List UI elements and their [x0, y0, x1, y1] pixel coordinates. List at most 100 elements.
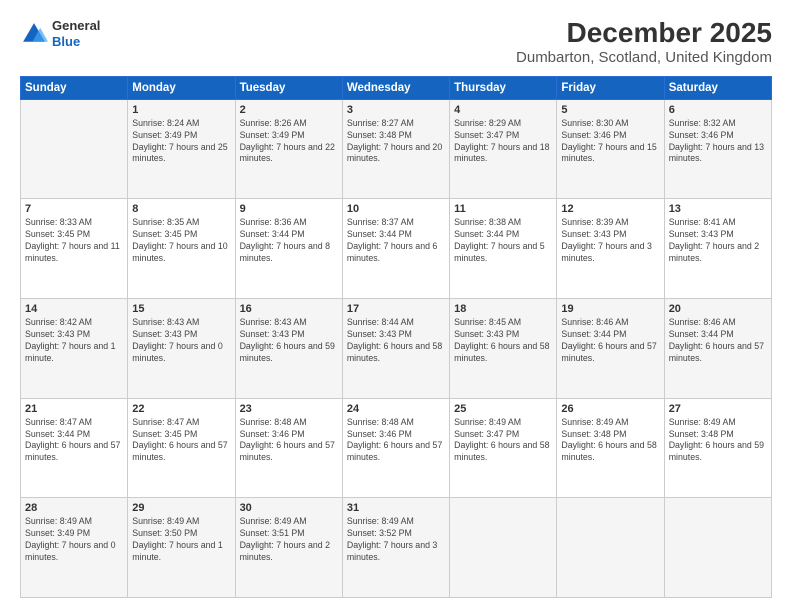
cell-info: Sunrise: 8:45 AM Sunset: 3:43 PM Dayligh…: [454, 317, 552, 365]
header-thursday: Thursday: [450, 76, 557, 99]
table-row: 27Sunrise: 8:49 AM Sunset: 3:48 PM Dayli…: [664, 398, 771, 498]
table-row: [557, 498, 664, 598]
cell-info: Sunrise: 8:49 AM Sunset: 3:51 PM Dayligh…: [240, 516, 338, 564]
cell-day-number: 19: [561, 303, 659, 315]
cell-day-number: 8: [132, 203, 230, 215]
cell-day-number: 1: [132, 104, 230, 116]
cell-day-number: 7: [25, 203, 123, 215]
cell-info: Sunrise: 8:49 AM Sunset: 3:48 PM Dayligh…: [561, 417, 659, 465]
cell-info: Sunrise: 8:49 AM Sunset: 3:47 PM Dayligh…: [454, 417, 552, 465]
table-row: 28 Sunrise: 8:49 AM Sunset: 3:49 PM Dayli…: [21, 498, 128, 598]
cell-day-number: 3: [347, 104, 445, 116]
logo: General Blue: [20, 18, 100, 49]
cell-info: Sunrise: 8:46 AM Sunset: 3:44 PM Dayligh…: [561, 317, 659, 365]
cell-day-number: 12: [561, 203, 659, 215]
cell-day-number: 11: [454, 203, 552, 215]
table-row: 17 Sunrise: 8:44 AM Sunset: 3:43 PM Dayli…: [342, 299, 449, 399]
cell-day-number: 2: [240, 104, 338, 116]
cell-day-number: 21: [25, 403, 123, 415]
table-row: 31 Sunrise: 8:49 AM Sunset: 3:52 PM Dayli…: [342, 498, 449, 598]
cell-day-number: 31: [347, 502, 445, 514]
table-row: 2 Sunrise: 8:26 AM Sunset: 3:49 PM Daylig…: [235, 99, 342, 199]
table-row: 11 Sunrise: 8:38 AM Sunset: 3:44 PM Dayli…: [450, 199, 557, 299]
calendar-row: 28 Sunrise: 8:49 AM Sunset: 3:49 PM Dayli…: [21, 498, 772, 598]
cell-info: Sunrise: 8:44 AM Sunset: 3:43 PM Dayligh…: [347, 317, 445, 365]
table-row: 4 Sunrise: 8:29 AM Sunset: 3:47 PM Daylig…: [450, 99, 557, 199]
cell-day-number: 25: [454, 403, 552, 415]
cell-day-number: 17: [347, 303, 445, 315]
cell-day-number: 23: [240, 403, 338, 415]
calendar-row: 1 Sunrise: 8:24 AM Sunset: 3:49 PM Daylig…: [21, 99, 772, 199]
table-row: 7 Sunrise: 8:33 AM Sunset: 3:45 PM Daylig…: [21, 199, 128, 299]
cell-info: Sunrise: 8:32 AM Sunset: 3:46 PM Dayligh…: [669, 118, 767, 166]
cell-info: Sunrise: 8:33 AM Sunset: 3:45 PM Dayligh…: [25, 217, 123, 265]
cell-info: Sunrise: 8:39 AM Sunset: 3:43 PM Dayligh…: [561, 217, 659, 265]
header-tuesday: Tuesday: [235, 76, 342, 99]
cell-info: Sunrise: 8:48 AM Sunset: 3:46 PM Dayligh…: [347, 417, 445, 465]
cell-day-number: 4: [454, 104, 552, 116]
cell-day-number: 29: [132, 502, 230, 514]
cell-info: Sunrise: 8:26 AM Sunset: 3:49 PM Dayligh…: [240, 118, 338, 166]
page: General Blue December 2025 Dumbarton, Sc…: [0, 0, 792, 612]
calendar-row: 21 Sunrise: 8:47 AM Sunset: 3:44 PM Dayli…: [21, 398, 772, 498]
header-wednesday: Wednesday: [342, 76, 449, 99]
table-row: 20 Sunrise: 8:46 AM Sunset: 3:44 PM Dayli…: [664, 299, 771, 399]
cell-day-number: 20: [669, 303, 767, 315]
table-row: 10 Sunrise: 8:37 AM Sunset: 3:44 PM Dayli…: [342, 199, 449, 299]
cell-info: Sunrise: 8:43 AM Sunset: 3:43 PM Dayligh…: [240, 317, 338, 365]
table-row: 22 Sunrise: 8:47 AM Sunset: 3:45 PM Dayli…: [128, 398, 235, 498]
header: General Blue December 2025 Dumbarton, Sc…: [20, 18, 772, 66]
cell-day-number: 22: [132, 403, 230, 415]
cell-day-number: 5: [561, 104, 659, 116]
cell-day-number: 26: [561, 403, 659, 415]
calendar-subtitle: Dumbarton, Scotland, United Kingdom: [516, 49, 772, 66]
header-monday: Monday: [128, 76, 235, 99]
cell-info: Sunrise: 8:48 AM Sunset: 3:46 PM Dayligh…: [240, 417, 338, 465]
table-row: [450, 498, 557, 598]
table-row: 1 Sunrise: 8:24 AM Sunset: 3:49 PM Daylig…: [128, 99, 235, 199]
cell-info: Sunrise: 8:30 AM Sunset: 3:46 PM Dayligh…: [561, 118, 659, 166]
cell-info: Sunrise: 8:46 AM Sunset: 3:44 PM Dayligh…: [669, 317, 767, 365]
cell-info: Sunrise: 8:24 AM Sunset: 3:49 PM Dayligh…: [132, 118, 230, 166]
cell-day-number: 18: [454, 303, 552, 315]
calendar-header-row: Sunday Monday Tuesday Wednesday Thursday…: [21, 76, 772, 99]
table-row: 29 Sunrise: 8:49 AM Sunset: 3:50 PM Dayli…: [128, 498, 235, 598]
calendar-table: Sunday Monday Tuesday Wednesday Thursday…: [20, 76, 772, 598]
cell-info: Sunrise: 8:27 AM Sunset: 3:48 PM Dayligh…: [347, 118, 445, 166]
cell-info: Sunrise: 8:47 AM Sunset: 3:44 PM Dayligh…: [25, 417, 123, 465]
cell-info: Sunrise: 8:41 AM Sunset: 3:43 PM Dayligh…: [669, 217, 767, 265]
calendar-row: 14 Sunrise: 8:42 AM Sunset: 3:43 PM Dayli…: [21, 299, 772, 399]
cell-info: Sunrise: 8:37 AM Sunset: 3:44 PM Dayligh…: [347, 217, 445, 265]
table-row: 8 Sunrise: 8:35 AM Sunset: 3:45 PM Daylig…: [128, 199, 235, 299]
cell-day-number: 9: [240, 203, 338, 215]
table-row: 30 Sunrise: 8:49 AM Sunset: 3:51 PM Dayli…: [235, 498, 342, 598]
table-row: 14 Sunrise: 8:42 AM Sunset: 3:43 PM Dayli…: [21, 299, 128, 399]
table-row: 24 Sunrise: 8:48 AM Sunset: 3:46 PM Dayli…: [342, 398, 449, 498]
cell-day-number: 30: [240, 502, 338, 514]
cell-day-number: 10: [347, 203, 445, 215]
cell-day-number: 16: [240, 303, 338, 315]
table-row: 18 Sunrise: 8:45 AM Sunset: 3:43 PM Dayli…: [450, 299, 557, 399]
cell-info: Sunrise: 8:49 AM Sunset: 3:52 PM Dayligh…: [347, 516, 445, 564]
cell-day-number: 24: [347, 403, 445, 415]
cell-info: Sunrise: 8:42 AM Sunset: 3:43 PM Dayligh…: [25, 317, 123, 365]
header-friday: Friday: [557, 76, 664, 99]
table-row: 6Sunrise: 8:32 AM Sunset: 3:46 PM Daylig…: [664, 99, 771, 199]
logo-text: General Blue: [52, 18, 100, 49]
cell-info: Sunrise: 8:29 AM Sunset: 3:47 PM Dayligh…: [454, 118, 552, 166]
table-row: 15Sunrise: 8:43 AM Sunset: 3:43 PM Dayli…: [128, 299, 235, 399]
header-saturday: Saturday: [664, 76, 771, 99]
cell-info: Sunrise: 8:49 AM Sunset: 3:49 PM Dayligh…: [25, 516, 123, 564]
cell-info: Sunrise: 8:38 AM Sunset: 3:44 PM Dayligh…: [454, 217, 552, 265]
cell-info: Sunrise: 8:35 AM Sunset: 3:45 PM Dayligh…: [132, 217, 230, 265]
cell-day-number: 14: [25, 303, 123, 315]
table-row: 5 Sunrise: 8:30 AM Sunset: 3:46 PM Daylig…: [557, 99, 664, 199]
cell-day-number: 28: [25, 502, 123, 514]
cell-info: Sunrise: 8:49 AM Sunset: 3:50 PM Dayligh…: [132, 516, 230, 564]
calendar-title: December 2025: [516, 18, 772, 49]
table-row: 23 Sunrise: 8:48 AM Sunset: 3:46 PM Dayli…: [235, 398, 342, 498]
logo-general: General: [52, 18, 100, 33]
cell-info: Sunrise: 8:36 AM Sunset: 3:44 PM Dayligh…: [240, 217, 338, 265]
cell-info: Sunrise: 8:47 AM Sunset: 3:45 PM Dayligh…: [132, 417, 230, 465]
table-row: 16 Sunrise: 8:43 AM Sunset: 3:43 PM Dayli…: [235, 299, 342, 399]
